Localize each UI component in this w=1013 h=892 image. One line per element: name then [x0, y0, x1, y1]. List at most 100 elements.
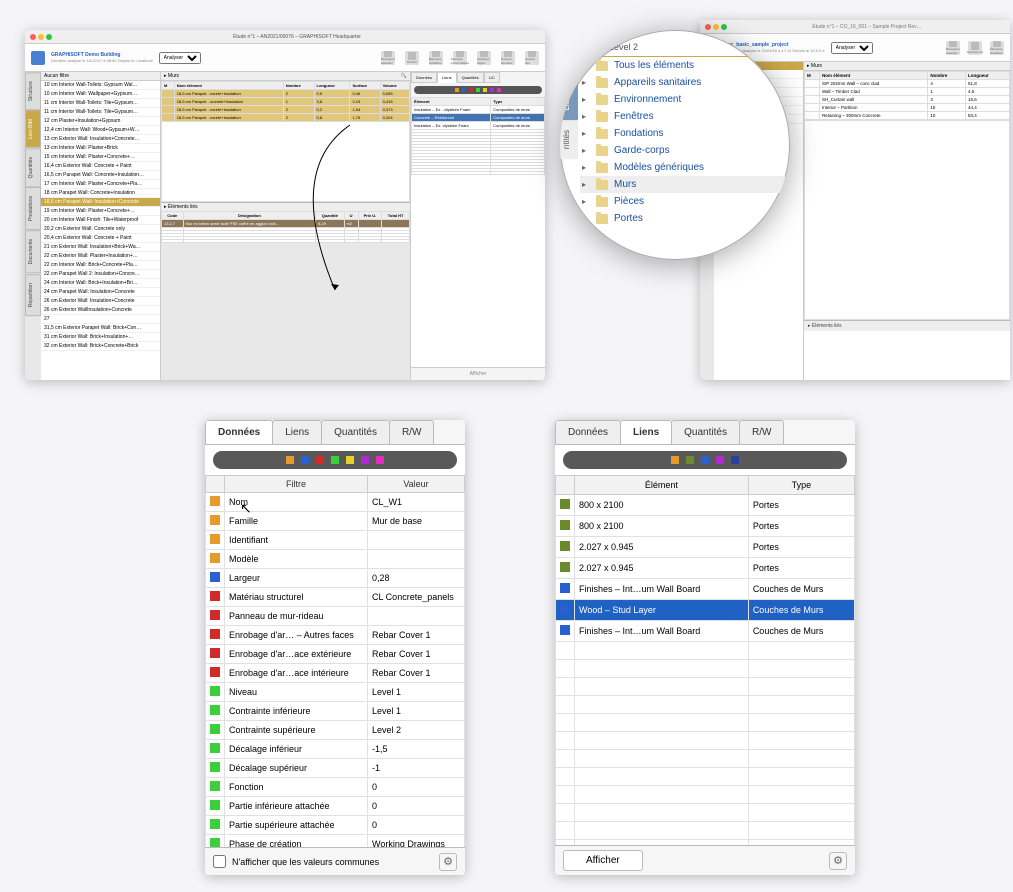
link-row[interactable]: 800 x 2100Portes	[556, 495, 855, 516]
tab-r/w[interactable]: R/W	[389, 420, 434, 444]
common-values-checkbox[interactable]	[213, 855, 226, 868]
tab-quantités[interactable]: Quantités	[321, 420, 390, 444]
titlebar[interactable]: Étude n°1 – CO_16_001 – Sample Project R…	[700, 20, 1010, 34]
links-table[interactable]: ÉlémentTypeInsulation – Ex…olystiren Foa…	[411, 97, 545, 367]
tree-item[interactable]: 17 cm Interior Wall: Plaster+Concrete+Pl…	[41, 180, 160, 189]
color-swatch[interactable]	[316, 456, 324, 464]
tree-item[interactable]: 20,4 cm Exterior Wall: Concrete + Paint	[41, 234, 160, 243]
right-tab[interactable]: Données	[411, 72, 437, 83]
property-row[interactable]: Matériau structurelCL Concrete_panels	[206, 588, 465, 607]
right-tab[interactable]: Liens	[437, 72, 457, 83]
tree-item[interactable]: 16,4 cm Exterior Wall: Concrete + Paint	[41, 162, 160, 171]
tree-item[interactable]: 12,4 cm Interior Wall: Wood+Gypsum+W…	[41, 126, 160, 135]
tree-item[interactable]: 22 cm Parapet Wall 2: Insulation+Concre…	[41, 270, 160, 279]
property-row[interactable]: NomCL_W1	[206, 493, 465, 512]
murs-table[interactable]: ▸ Murs 🔍 MNom élémentNombreLongueurSurfa…	[161, 72, 410, 202]
zoom-icon[interactable]	[46, 34, 52, 40]
lens-sidetab[interactable]: Lien BIM	[560, 69, 578, 121]
property-row[interactable]: NiveauLevel 1	[206, 683, 465, 702]
property-row[interactable]: Contrainte inférieureLevel 1	[206, 702, 465, 721]
minimize-icon[interactable]	[38, 34, 44, 40]
gear-icon[interactable]: ⚙	[829, 852, 847, 870]
property-row[interactable]: Décalage supérieur-1	[206, 759, 465, 778]
category-item[interactable]: ▸Garde-corps	[580, 142, 785, 159]
tree-item[interactable]: 26 cm Exterior WallInsulation+Concrete	[41, 306, 160, 315]
property-row[interactable]: Modèle	[206, 550, 465, 569]
color-filter-bar[interactable]	[414, 86, 542, 94]
tree-item[interactable]: 21 cm Exterior Wall: Insulation+Brick+Wa…	[41, 243, 160, 252]
property-row[interactable]: Enrobage d'ar…ace intérieureRebar Cover …	[206, 664, 465, 683]
tree-item[interactable]: 10 cm Interior Wall: Wallpaper+Gypsum…	[41, 90, 160, 99]
tab-r/w[interactable]: R/W	[739, 420, 784, 444]
close-icon[interactable]	[30, 34, 36, 40]
toolbar-button[interactable]: Récupérer sélection	[381, 51, 395, 65]
category-item[interactable]: ▸Portes	[580, 210, 785, 227]
tree-item[interactable]: 22 cm Interior Wall: Brick+Concrete+Pla…	[41, 261, 160, 270]
expand-icon[interactable]: ▸	[582, 146, 590, 155]
expand-icon[interactable]: ▸	[582, 61, 590, 70]
titlebar[interactable]: Étude n°1 – AN2021/00076 – GRAPHISOFT He…	[25, 30, 545, 44]
elements-lies[interactable]: ▸ Éléments liés CodeDésignationQuantitéU…	[161, 202, 410, 243]
color-swatch[interactable]	[301, 456, 309, 464]
category-item[interactable]: ▸Murs	[580, 176, 785, 193]
link-row[interactable]: 800 x 2100Portes	[556, 516, 855, 537]
tab-données[interactable]: Données	[205, 420, 273, 444]
color-swatch[interactable]	[361, 456, 369, 464]
color-filter-bar[interactable]	[563, 451, 847, 469]
toolbar-button[interactable]: Envoyer données	[501, 51, 515, 65]
color-filter-bar[interactable]	[213, 451, 457, 469]
links-table[interactable]: ÉlémentType 800 x 2100Portes800 x 2100Po…	[555, 475, 855, 858]
property-row[interactable]: Panneau de mur-rideau	[206, 607, 465, 626]
link-row[interactable]: 2.027 x 0.945Portes	[556, 537, 855, 558]
toolbar-button[interactable]: Sélection personnalisée	[453, 51, 467, 65]
sidetab-lien bim[interactable]: Lien BIM	[25, 110, 41, 148]
property-row[interactable]: Partie inférieure attachée0	[206, 797, 465, 816]
expand-icon[interactable]: ▸	[582, 163, 590, 172]
category-item[interactable]: ▸Environnement	[580, 91, 785, 108]
color-swatch[interactable]	[716, 456, 724, 464]
expand-icon[interactable]: ▸	[582, 112, 590, 121]
sidetab-répartition[interactable]: Répartition	[25, 274, 41, 316]
property-row[interactable]: Identifiant	[206, 531, 465, 550]
color-swatch[interactable]	[286, 456, 294, 464]
sidetab-quantités[interactable]: Quantités	[25, 148, 41, 187]
tab-quantités[interactable]: Quantités	[671, 420, 740, 444]
property-row[interactable]: Enrobage d'ar… – Autres facesRebar Cover…	[206, 626, 465, 645]
toolbar-button[interactable]: Éléments similaires	[429, 51, 443, 65]
link-row[interactable]: 2.027 x 0.945Portes	[556, 558, 855, 579]
color-swatch[interactable]	[686, 456, 694, 464]
expand-icon[interactable]: ▸	[582, 78, 590, 87]
link-row[interactable]: Finishes – Int…um Wall BoardCouches de M…	[556, 579, 855, 600]
sidetab-documents[interactable]: Documents	[25, 230, 41, 273]
property-row[interactable]: Fonction0	[206, 778, 465, 797]
category-item[interactable]: ▸Tous les éléments	[580, 57, 785, 74]
property-row[interactable]: Contrainte supérieureLevel 2	[206, 721, 465, 740]
link-row[interactable]: Finishes – Int…um Wall BoardCouches de M…	[556, 621, 855, 642]
toolbar-button[interactable]: Récupérer sélection	[946, 41, 960, 55]
tree-item[interactable]: 20 cm Interior Wall Finish: Tile+Waterpr…	[41, 216, 160, 225]
tree-item[interactable]: 13 cm Interior Wall: Plaster+Brick	[41, 144, 160, 153]
property-row[interactable]: Décalage inférieur-1,5	[206, 740, 465, 759]
category-item[interactable]: ▸Modèles génériques	[580, 159, 785, 176]
elements-lies-header[interactable]: ▸ Éléments liés	[804, 320, 1010, 331]
sidetab-structure[interactable]: Structure	[25, 72, 41, 110]
structure-tree[interactable]: Aucun filtre 10 cm Interior Wall-Toilets…	[41, 72, 161, 380]
color-swatch[interactable]	[731, 456, 739, 464]
tree-item[interactable]: 31 cm Exterior Wall: Brick+Insulation+…	[41, 333, 160, 342]
tree-item[interactable]: 16,5 cm Parapet Wall: Concrete+Insulatio…	[41, 171, 160, 180]
tab-liens[interactable]: Liens	[620, 420, 672, 444]
property-row[interactable]: FamilleMur de base	[206, 512, 465, 531]
minimize-icon[interactable]	[713, 24, 719, 30]
toolbar-button[interactable]: Gestion des	[525, 51, 539, 65]
tree-item[interactable]: 18,5 cm Parapet Wall: Insulation+Concret…	[41, 198, 160, 207]
category-item[interactable]: ▸Appareils sanitaires	[580, 74, 785, 91]
close-icon[interactable]	[705, 24, 711, 30]
toolbar-button[interactable]: Éléments similaires	[990, 41, 1004, 55]
tab-données[interactable]: Données	[555, 420, 621, 444]
tree-item[interactable]: 11 cm Interior Wall-Toilets: Tile+Gypsum…	[41, 99, 160, 108]
category-item[interactable]: ▸Fondations	[580, 125, 785, 142]
expand-icon[interactable]: ▸	[582, 95, 590, 104]
lens-sidetab[interactable]: Struc	[560, 30, 578, 69]
expand-icon[interactable]: ▸	[582, 180, 590, 189]
color-swatch[interactable]	[346, 456, 354, 464]
